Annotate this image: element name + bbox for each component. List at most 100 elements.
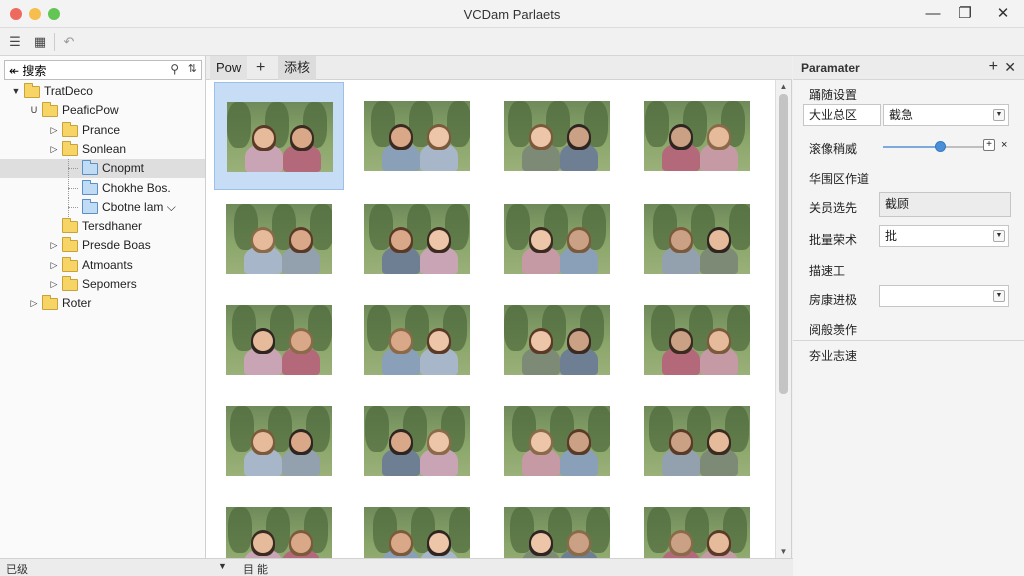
tree-guide-line bbox=[68, 206, 78, 208]
window-title: VCDam Parlaets bbox=[463, 7, 561, 22]
tree-item[interactable]: Cbotne lam ⌵ bbox=[0, 197, 205, 217]
row5-value: 批 bbox=[885, 229, 898, 243]
photo-thumbnail[interactable] bbox=[352, 387, 482, 495]
photo-thumbnail[interactable] bbox=[352, 488, 482, 558]
add-parameter-button[interactable]: + bbox=[989, 58, 998, 76]
grid-icon[interactable]: ▦ bbox=[29, 32, 51, 52]
photo-person bbox=[253, 230, 273, 250]
scroll-up-icon[interactable]: ▲ bbox=[776, 82, 791, 91]
search-input[interactable] bbox=[9, 62, 164, 78]
expand-toggle-icon[interactable]: U bbox=[28, 101, 40, 120]
folder-icon bbox=[62, 140, 78, 156]
close-icon[interactable]: ✕ bbox=[992, 4, 1014, 24]
photo-thumbnail[interactable] bbox=[632, 185, 762, 293]
back-icon[interactable]: ↶ bbox=[58, 32, 80, 52]
slider-add-icon[interactable]: + bbox=[983, 139, 995, 151]
photo-thumbnail[interactable] bbox=[214, 286, 344, 394]
row1-select[interactable]: 截急 ▼ bbox=[883, 104, 1009, 126]
add-tab-button[interactable]: + bbox=[256, 56, 265, 80]
chevron-down-icon[interactable]: ▼ bbox=[993, 109, 1005, 121]
tree-item[interactable]: U PeaficPow bbox=[0, 101, 205, 120]
photo-image bbox=[226, 507, 332, 558]
expand-toggle-icon[interactable]: ▼ bbox=[10, 82, 22, 101]
expand-toggle-icon[interactable]: ▷ bbox=[28, 294, 40, 313]
expand-toggle-icon[interactable]: ▷ bbox=[48, 236, 60, 255]
photo-image bbox=[226, 406, 332, 476]
expand-toggle-icon[interactable]: ▷ bbox=[48, 256, 60, 275]
tab-pow[interactable]: Pow bbox=[210, 56, 248, 80]
photo-thumbnail[interactable] bbox=[214, 387, 344, 495]
restore-icon[interactable]: ❐ bbox=[954, 4, 976, 24]
thumbnail-grid bbox=[206, 80, 776, 558]
chevron-down-icon[interactable]: ▼ bbox=[993, 230, 1005, 242]
photo-thumbnail[interactable] bbox=[214, 488, 344, 558]
tree-item[interactable]: ▷ Prance bbox=[0, 121, 205, 140]
photo-thumbnail[interactable] bbox=[492, 185, 622, 293]
minimize-icon[interactable]: — bbox=[922, 4, 944, 24]
search-box[interactable]: ⚲ ⇅ bbox=[4, 60, 202, 80]
tree-item-label: Sonlean bbox=[82, 141, 127, 156]
tree-item[interactable]: ▼ TratDeco bbox=[0, 82, 205, 101]
search-icon[interactable]: ⚲ bbox=[170, 62, 179, 76]
photo-thumbnail[interactable] bbox=[352, 286, 482, 394]
photo-person bbox=[569, 533, 589, 553]
folder-icon bbox=[62, 218, 78, 234]
photo-background bbox=[729, 204, 750, 250]
photo-thumbnail[interactable] bbox=[352, 185, 482, 293]
photo-thumbnail[interactable] bbox=[632, 488, 762, 558]
list-icon[interactable]: ☰ bbox=[4, 32, 26, 52]
row5-select[interactable]: 批 ▼ bbox=[879, 225, 1009, 247]
view-mode-label[interactable]: 目 能 bbox=[243, 561, 268, 576]
row9-label: 夯业志速 bbox=[809, 349, 858, 363]
photo-thumbnail[interactable] bbox=[632, 286, 762, 394]
expand-toggle-icon[interactable]: ▷ bbox=[48, 140, 60, 159]
tree-item[interactable]: Cnopmt bbox=[0, 159, 205, 179]
tree-item[interactable]: ▷ Sepomers bbox=[0, 275, 205, 294]
chevron-down-icon[interactable]: ▼ bbox=[218, 561, 227, 571]
tree-item[interactable]: ▷ Sonlean bbox=[0, 140, 205, 159]
photo-thumbnail[interactable] bbox=[214, 185, 344, 293]
tree-item[interactable]: Tersdhaner bbox=[0, 217, 205, 236]
chevron-down-icon[interactable]: ▼ bbox=[993, 290, 1005, 302]
vertical-scrollbar[interactable]: ▲ ▼ bbox=[775, 80, 791, 558]
photo-person bbox=[391, 127, 411, 147]
expand-toggle-icon[interactable]: ▷ bbox=[48, 275, 60, 294]
clear-search-icon[interactable]: ⇅ bbox=[188, 62, 197, 75]
tree-item[interactable]: Chokhe Bos. bbox=[0, 178, 205, 198]
parameter-panel: Paramater + ✕ 踊随设置 大业总区 截急 ▼ 滚像稍威 + × 华围… bbox=[793, 56, 1024, 576]
photo-thumbnail[interactable] bbox=[632, 82, 762, 190]
photo-background bbox=[588, 406, 610, 452]
close-panel-button[interactable]: ✕ bbox=[1004, 59, 1016, 76]
photo-image bbox=[364, 305, 470, 375]
photo-person bbox=[291, 331, 311, 351]
tree-item[interactable]: ▷ Atmoants bbox=[0, 256, 205, 275]
photo-thumbnail[interactable] bbox=[352, 82, 482, 190]
photo-image bbox=[504, 305, 610, 375]
photo-thumbnail[interactable] bbox=[492, 488, 622, 558]
tree-item[interactable]: ▷ Roter bbox=[0, 294, 205, 313]
scroll-down-icon[interactable]: ▼ bbox=[776, 547, 791, 556]
row7-select[interactable]: ▼ bbox=[879, 285, 1009, 307]
section-label: 踊随设置 bbox=[809, 88, 858, 102]
photo-person bbox=[429, 432, 449, 452]
row4-field[interactable]: 截顾 bbox=[879, 192, 1011, 217]
tree-guide-line bbox=[68, 168, 78, 170]
tree-item[interactable]: ▷ Presde Boas bbox=[0, 236, 205, 255]
scrollbar-thumb[interactable] bbox=[779, 94, 788, 394]
tree-item-label: Prance bbox=[82, 122, 121, 137]
row2-slider-knob[interactable] bbox=[935, 141, 947, 152]
photo-background bbox=[227, 102, 251, 148]
photo-thumbnail[interactable] bbox=[632, 387, 762, 495]
photo-person bbox=[569, 230, 589, 250]
row1-label-box: 大业总区 bbox=[803, 104, 881, 126]
photo-background bbox=[647, 507, 671, 553]
photo-thumbnail[interactable] bbox=[492, 387, 622, 495]
photo-person bbox=[671, 331, 691, 351]
photo-thumbnail[interactable] bbox=[492, 82, 622, 190]
tab-second[interactable]: 添核 bbox=[278, 56, 317, 80]
photo-thumbnail[interactable] bbox=[214, 82, 344, 190]
expand-toggle-icon[interactable]: ▷ bbox=[48, 121, 60, 140]
folder-icon bbox=[62, 121, 78, 137]
photo-thumbnail[interactable] bbox=[492, 286, 622, 394]
slider-reset-icon[interactable]: × bbox=[1001, 139, 1007, 151]
